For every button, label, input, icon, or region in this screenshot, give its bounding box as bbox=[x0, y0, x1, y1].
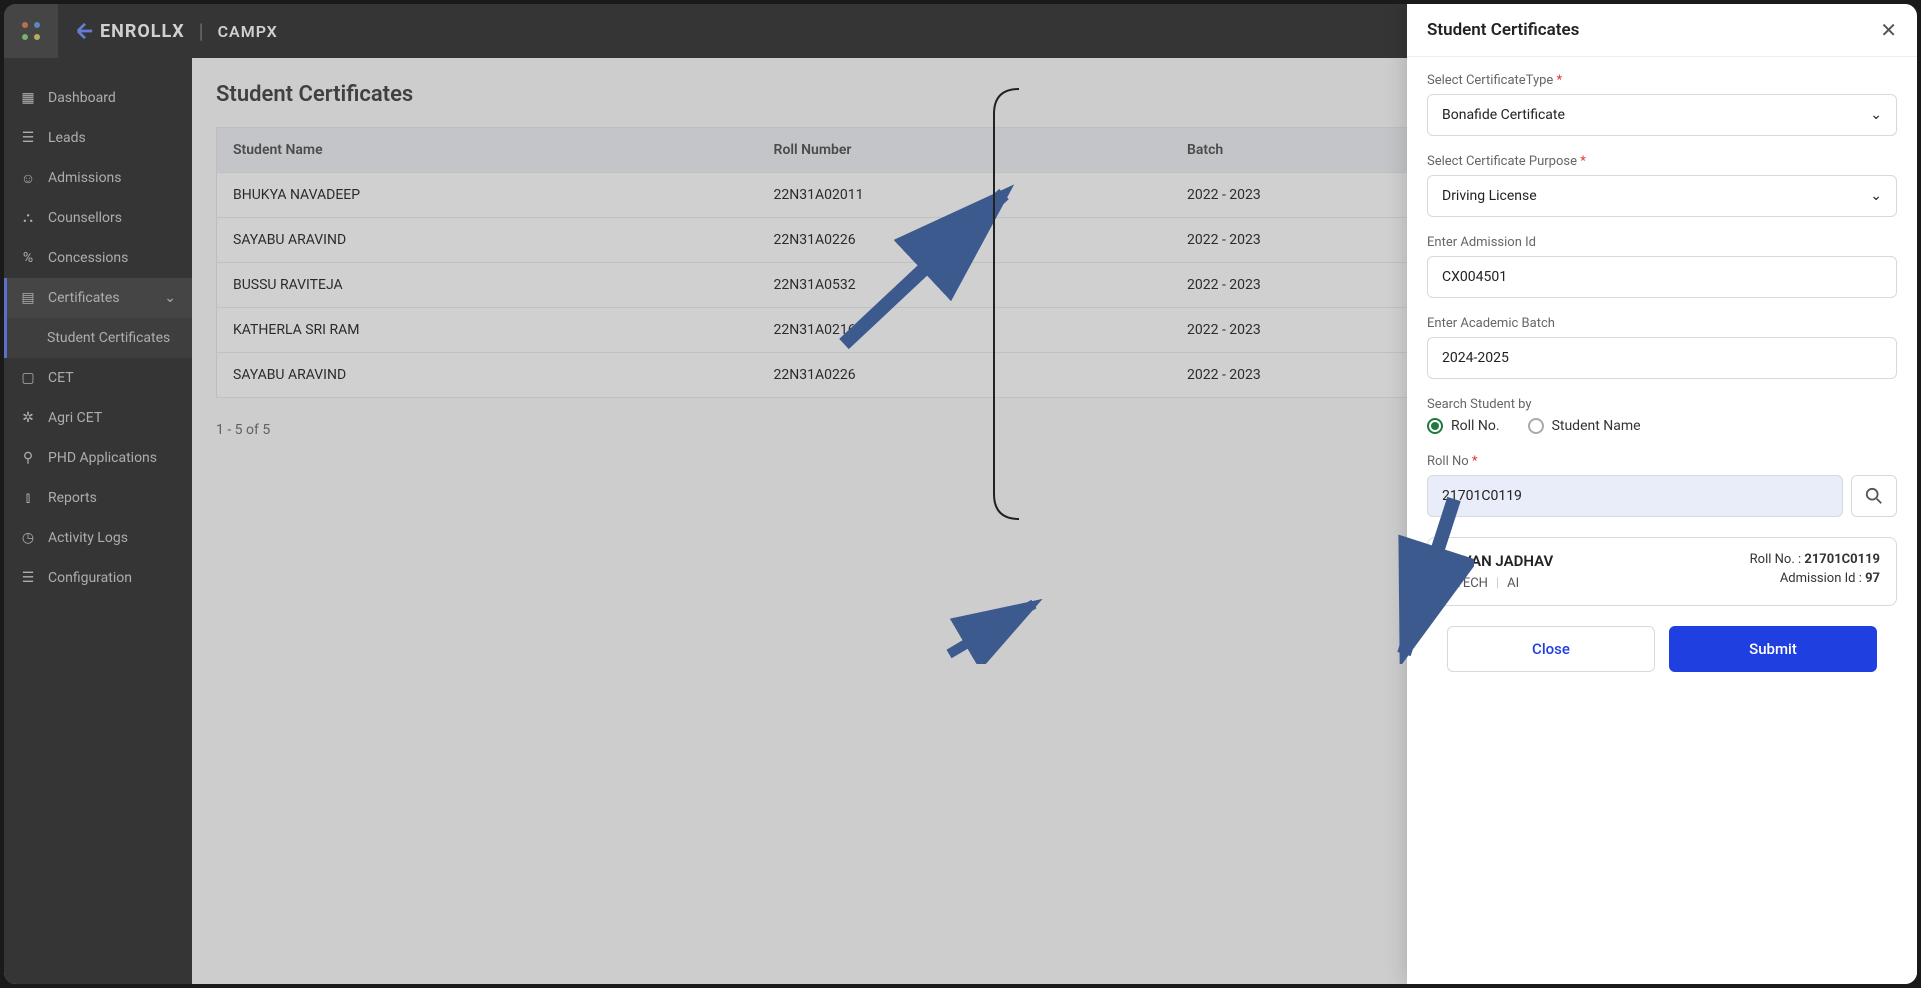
radio-student-name[interactable]: Student Name bbox=[1528, 418, 1641, 434]
label-batch: Enter Academic Batch bbox=[1427, 316, 1897, 331]
label-search-by: Search Student by bbox=[1427, 397, 1897, 412]
close-button[interactable]: Close bbox=[1447, 626, 1655, 672]
input-batch[interactable] bbox=[1427, 337, 1897, 379]
label-cert-purpose: Select Certificate Purpose * bbox=[1427, 154, 1897, 169]
close-icon[interactable]: ✕ bbox=[1880, 18, 1897, 42]
search-icon bbox=[1865, 487, 1883, 505]
radio-roll-no[interactable]: Roll No. bbox=[1427, 418, 1500, 434]
student-name: PAVAN JADHAV bbox=[1444, 552, 1553, 570]
chevron-down-icon: ⌄ bbox=[1870, 188, 1882, 204]
chevron-down-icon: ⌄ bbox=[1870, 107, 1882, 123]
input-roll-no[interactable] bbox=[1427, 475, 1843, 517]
submit-button[interactable]: Submit bbox=[1669, 626, 1877, 672]
select-cert-purpose[interactable]: Driving License⌄ bbox=[1427, 175, 1897, 217]
select-cert-type[interactable]: Bonafide Certificate⌄ bbox=[1427, 94, 1897, 136]
label-cert-type: Select CertificateType * bbox=[1427, 73, 1897, 88]
label-admission-id: Enter Admission Id bbox=[1427, 235, 1897, 250]
student-result-card[interactable]: PAVAN JADHAV B TECH|AI Roll No. : 21701C… bbox=[1427, 537, 1897, 606]
drawer-title: Student Certificates bbox=[1427, 20, 1579, 40]
certificate-drawer: Student Certificates ✕ Select Certificat… bbox=[1407, 4, 1917, 984]
search-button[interactable] bbox=[1851, 475, 1897, 517]
input-admission-id[interactable] bbox=[1427, 256, 1897, 298]
label-roll-no: Roll No * bbox=[1427, 454, 1897, 469]
